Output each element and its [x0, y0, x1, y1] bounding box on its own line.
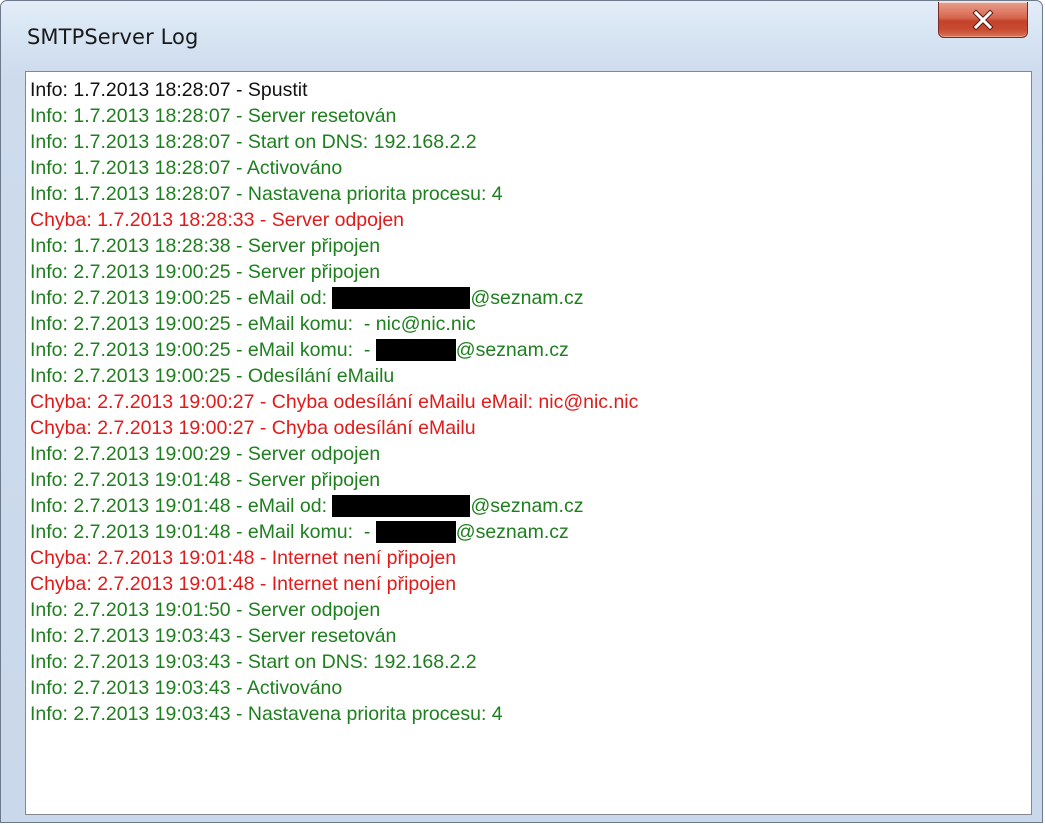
redacted-email-block	[332, 287, 471, 309]
log-entry-text: Info: 2.7.2013 19:00:25 - eMail komu: -	[30, 339, 376, 361]
log-entry-info[interactable]: Info: 2.7.2013 19:01:48 - eMail od: @sez…	[30, 493, 1031, 519]
log-entry-text: Info: 2.7.2013 19:03:43 - Start on DNS: …	[30, 651, 477, 673]
log-entry-info[interactable]: Info: 2.7.2013 19:00:25 - Odesílání eMai…	[30, 363, 1031, 389]
log-entry-text: Info: 1.7.2013 18:28:07 - Nastavena prio…	[30, 183, 503, 205]
log-entry-info[interactable]: Info: 2.7.2013 19:00:25 - Server připoje…	[30, 259, 1031, 285]
log-entry-text: Info: 2.7.2013 19:03:43 - Nastavena prio…	[30, 703, 503, 725]
close-icon	[972, 8, 994, 31]
log-entry-info[interactable]: Info: 1.7.2013 18:28:38 - Server připoje…	[30, 233, 1031, 259]
log-entry-text: Info: 2.7.2013 19:01:48 - eMail od:	[30, 495, 333, 517]
log-entry-text: Info: 2.7.2013 19:01:50 - Server odpojen	[30, 599, 381, 621]
log-entry-text: Info: 2.7.2013 19:00:29 - Server odpojen	[30, 443, 381, 465]
log-window: SMTPServer Log Info: 1.7.2013 18:28:07 -…	[0, 0, 1043, 823]
log-entry-text: Info: 2.7.2013 19:01:48 - eMail komu: -	[30, 521, 376, 543]
log-list: Info: 1.7.2013 18:28:07 - Spustit Info: 1…	[26, 72, 1031, 814]
log-entry-text: Info: 1.7.2013 18:28:07 - Spustit	[30, 79, 308, 101]
log-entry-text: Chyba: 2.7.2013 19:01:48 - Internet není…	[30, 547, 457, 569]
title-bar[interactable]: SMTPServer Log	[1, 1, 1042, 65]
log-entry-text: Info: 2.7.2013 19:00:25 - eMail od:	[30, 287, 333, 309]
log-entry-info[interactable]: Info: 2.7.2013 19:03:43 - Start on DNS: …	[30, 649, 1031, 675]
log-entry-email-domain: @seznam.cz	[455, 521, 569, 543]
log-entry-text: Info: 2.7.2013 19:03:43 - Activováno	[30, 677, 343, 699]
log-entry-text: Info: 1.7.2013 18:28:07 - Start on DNS: …	[30, 131, 477, 153]
log-entry-info[interactable]: Info: 2.7.2013 19:00:25 - eMail komu: - …	[30, 311, 1031, 337]
log-entry-text: Info: 1.7.2013 18:28:07 - Server resetov…	[30, 105, 397, 127]
log-entry-text: Info: 2.7.2013 19:03:43 - Server resetov…	[30, 625, 397, 647]
log-listbox[interactable]: Info: 1.7.2013 18:28:07 - Spustit Info: 1…	[25, 71, 1032, 815]
log-entry-error[interactable]: Chyba: 2.7.2013 19:01:48 - Internet není…	[30, 571, 1031, 597]
log-entry-info[interactable]: Info: 2.7.2013 19:00:29 - Server odpojen	[30, 441, 1031, 467]
redacted-email-block	[375, 339, 456, 361]
log-entry-info[interactable]: Info: 1.7.2013 18:28:07 - Start on DNS: …	[30, 129, 1031, 155]
log-entry-text: Info: 2.7.2013 19:01:48 - Server připoje…	[30, 469, 381, 491]
log-entry-email-domain: @seznam.cz	[470, 495, 584, 517]
log-entry-info[interactable]: Info: 2.7.2013 19:03:43 - Nastavena prio…	[30, 701, 1031, 727]
log-entry-info[interactable]: Info: 2.7.2013 19:03:43 - Server resetov…	[30, 623, 1031, 649]
log-entry-info[interactable]: Info: 1.7.2013 18:28:07 - Spustit	[30, 77, 1031, 103]
log-entry-error[interactable]: Chyba: 2.7.2013 19:00:27 - Chyba odesílá…	[30, 415, 1031, 441]
log-entry-text: Chyba: 2.7.2013 19:00:27 - Chyba odesílá…	[30, 391, 639, 413]
log-entry-text: Chyba: 2.7.2013 19:01:48 - Internet není…	[30, 573, 457, 595]
log-entry-info[interactable]: Info: 2.7.2013 19:01:48 - eMail komu: - …	[30, 519, 1031, 545]
log-entry-info[interactable]: Info: 2.7.2013 19:01:50 - Server odpojen	[30, 597, 1031, 623]
log-entry-info[interactable]: Info: 1.7.2013 18:28:07 - Server resetov…	[30, 103, 1031, 129]
log-entry-text: Info: 2.7.2013 19:00:25 - Server připoje…	[30, 261, 381, 283]
log-entry-text: Chyba: 1.7.2013 18:28:33 - Server odpoje…	[30, 209, 405, 231]
log-entry-info[interactable]: Info: 2.7.2013 19:00:25 - eMail od: @sez…	[30, 285, 1031, 311]
log-entry-error[interactable]: Chyba: 1.7.2013 18:28:33 - Server odpoje…	[30, 207, 1031, 233]
log-entry-text: Info: 1.7.2013 18:28:38 - Server připoje…	[30, 235, 381, 257]
log-entry-info[interactable]: Info: 1.7.2013 18:28:07 - Activováno	[30, 155, 1031, 181]
log-entry-email-domain: @seznam.cz	[470, 287, 584, 309]
log-entry-info[interactable]: Info: 2.7.2013 19:01:48 - Server připoje…	[30, 467, 1031, 493]
redacted-email-block	[375, 521, 456, 543]
log-entry-text: Info: 2.7.2013 19:00:25 - Odesílání eMai…	[30, 365, 395, 387]
log-entry-text: Info: 1.7.2013 18:28:07 - Activováno	[30, 157, 343, 179]
log-entry-info[interactable]: Info: 2.7.2013 19:00:25 - eMail komu: - …	[30, 337, 1031, 363]
log-entry-info[interactable]: Info: 2.7.2013 19:03:43 - Activováno	[30, 675, 1031, 701]
log-entry-error[interactable]: Chyba: 2.7.2013 19:01:48 - Internet není…	[30, 545, 1031, 571]
log-entry-text: Info: 2.7.2013 19:00:25 - eMail komu: - …	[30, 313, 476, 335]
log-entry-text: Chyba: 2.7.2013 19:00:27 - Chyba odesílá…	[30, 417, 476, 439]
log-entry-info[interactable]: Info: 1.7.2013 18:28:07 - Nastavena prio…	[30, 181, 1031, 207]
redacted-email-block	[332, 495, 471, 517]
log-entry-error[interactable]: Chyba: 2.7.2013 19:00:27 - Chyba odesílá…	[30, 389, 1031, 415]
log-entry-email-domain: @seznam.cz	[455, 339, 569, 361]
close-button[interactable]	[938, 2, 1028, 38]
window-title: SMTPServer Log	[27, 25, 199, 49]
